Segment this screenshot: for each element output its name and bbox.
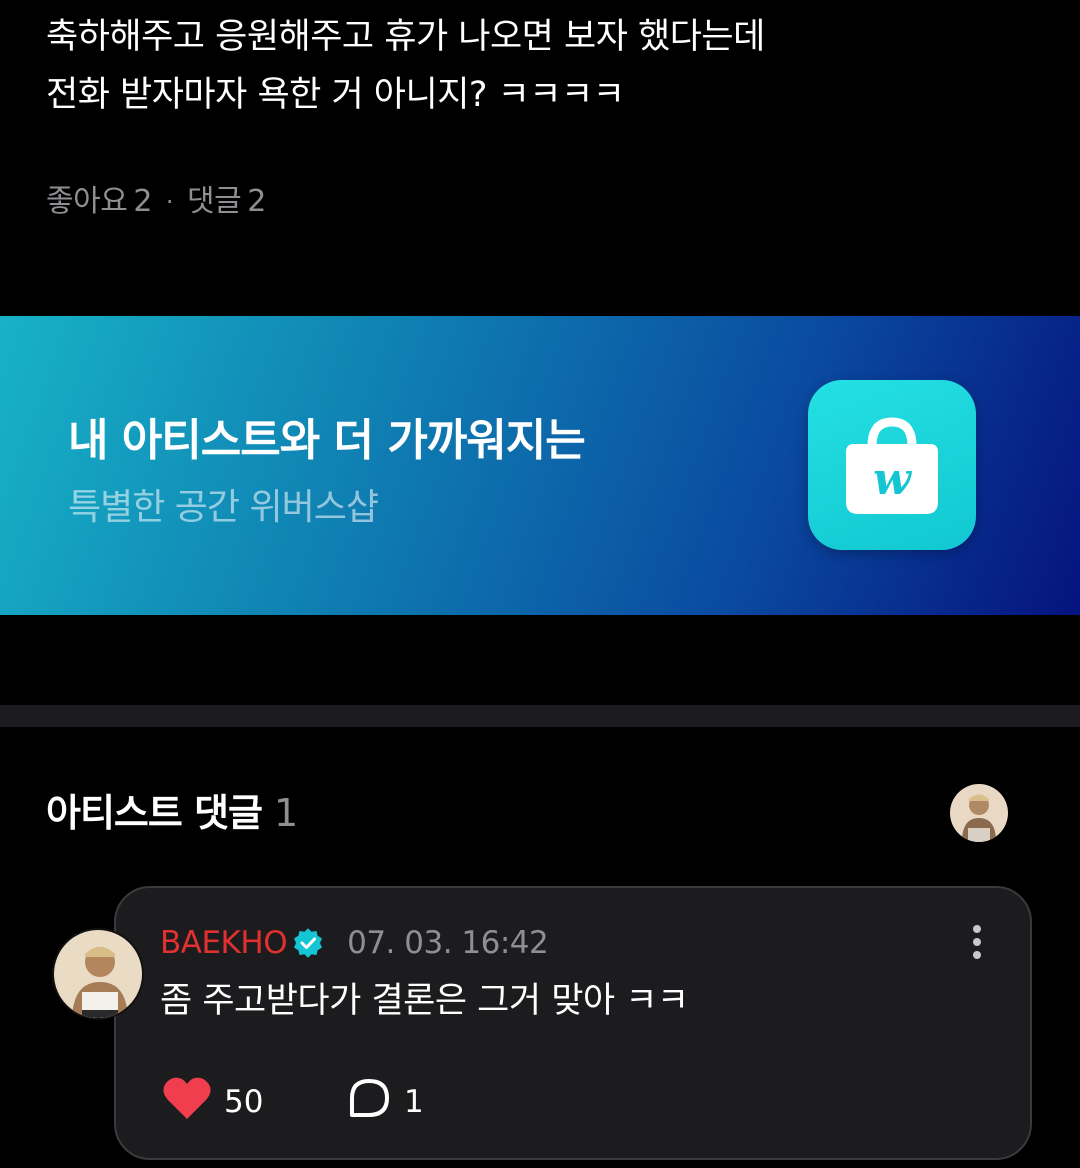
banner-icon-letter: w xyxy=(873,454,913,505)
post-body: 축하해주고 응원해주고 휴가 나오면 보자 했다는데 전화 받자마자 욕한 거 … xyxy=(46,8,1036,124)
artist-comments-count: 1 xyxy=(274,791,298,835)
post-body-line: 전화 받자마자 욕한 거 아니지? ㅋㅋㅋㅋ xyxy=(46,75,625,115)
comment-author-avatar[interactable] xyxy=(52,928,144,1020)
section-divider xyxy=(0,705,1080,727)
post-stats: 좋아요 2 · 댓글 2 xyxy=(46,180,266,224)
post-likes[interactable]: 좋아요 2 xyxy=(46,180,152,224)
weverse-shop-banner[interactable]: 내 아티스트와 더 가까워지는 특별한 공간 위버스샵 w xyxy=(0,316,1080,615)
artist-avatar[interactable] xyxy=(950,784,1008,842)
like-count: 50 xyxy=(224,1084,264,1120)
more-options-icon[interactable] xyxy=(962,922,992,962)
weverse-shop-bag-icon: w xyxy=(808,380,976,550)
comment-actions: 50 1 xyxy=(162,1076,424,1128)
artist-comments-header: 아티스트 댓글 1 xyxy=(46,786,298,840)
post-comments-label: 댓글 xyxy=(187,184,242,219)
comment-author-name[interactable]: BAEKHO xyxy=(160,925,288,961)
reply-button[interactable]: 1 xyxy=(346,1077,424,1127)
like-button[interactable]: 50 xyxy=(162,1075,346,1129)
comment-text: 좀 주고받다가 결론은 그거 맞아 ㅋㅋ xyxy=(160,981,689,1021)
stats-separator: · xyxy=(165,188,174,216)
post-comments-count: 2 xyxy=(247,184,266,219)
heart-icon xyxy=(162,1075,212,1129)
artist-comments-title: 아티스트 댓글 xyxy=(46,791,263,835)
reply-count: 1 xyxy=(404,1084,424,1120)
post-likes-label: 좋아요 xyxy=(46,184,128,219)
post-likes-count: 2 xyxy=(133,184,152,219)
post-body-line: 축하해주고 응원해주고 휴가 나오면 보자 했다는데 xyxy=(46,17,765,57)
verified-badge-icon xyxy=(293,928,323,958)
comment-timestamp: 07. 03. 16:42 xyxy=(347,925,549,961)
comment-meta: BAEKHO 07. 03. 16:42 xyxy=(160,920,549,966)
banner-subtitle: 특별한 공간 위버스샵 xyxy=(68,487,379,528)
banner-title: 내 아티스트와 더 가까워지는 xyxy=(68,415,586,466)
reply-bubble-icon xyxy=(346,1077,392,1127)
post-comments[interactable]: 댓글 2 xyxy=(187,180,266,224)
